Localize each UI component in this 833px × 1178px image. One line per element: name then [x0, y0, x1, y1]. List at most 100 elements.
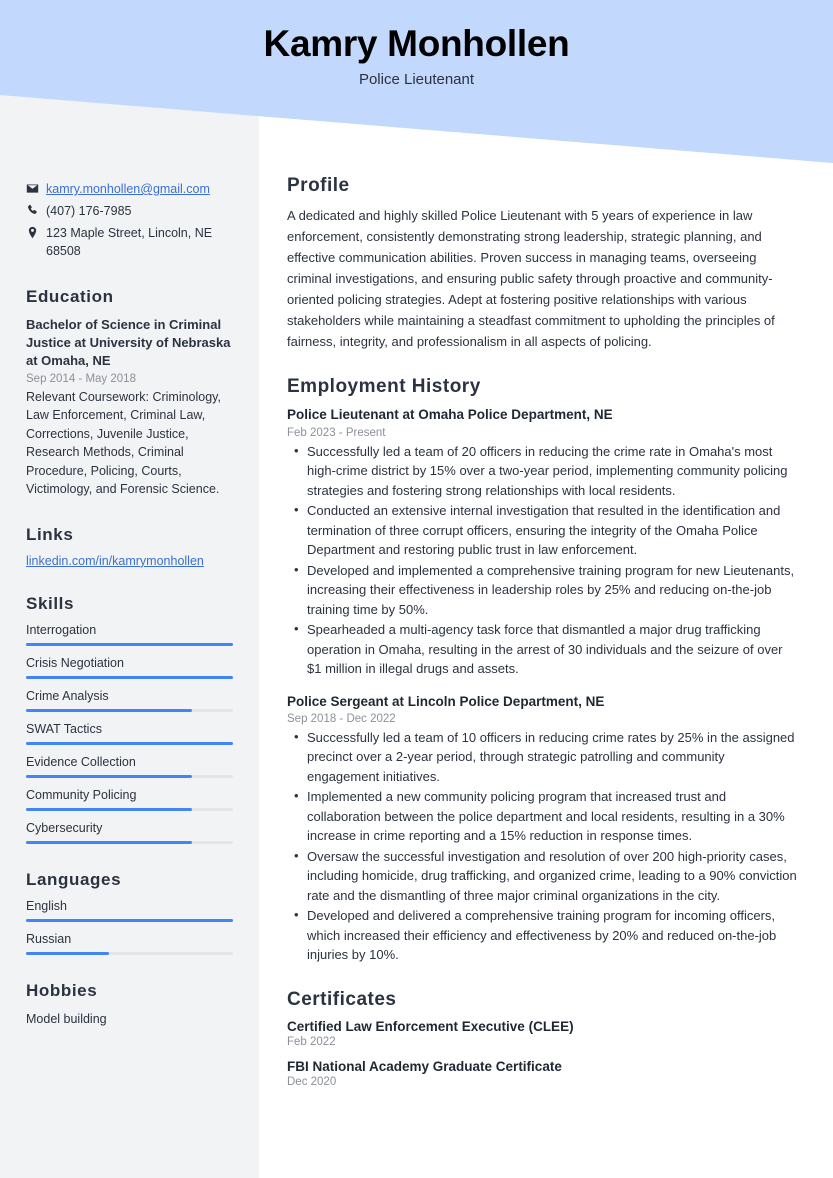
skill-item: Cybersecurity — [26, 821, 233, 844]
skill-item: Interrogation — [26, 623, 233, 646]
envelope-icon — [26, 180, 46, 195]
links-heading: Links — [26, 524, 74, 544]
location-pin-icon — [26, 224, 46, 239]
skill-label: Community Policing — [26, 787, 137, 802]
skill-label: SWAT Tactics — [26, 721, 102, 736]
education-date: Sep 2014 - May 2018 — [26, 372, 136, 385]
skill-bar-fill — [26, 708, 192, 712]
skill-bar-fill — [26, 840, 192, 844]
jobs-list: Police Lieutenant at Omaha Police Depart… — [287, 406, 798, 964]
job-date: Sep 2018 - Dec 2022 — [287, 712, 396, 725]
certificate-entry: FBI National Academy Graduate Certificat… — [287, 1059, 798, 1088]
language-bar-track — [26, 951, 233, 955]
certificates-list: Certified Law Enforcement Executive (CLE… — [287, 1019, 798, 1088]
education-section: Education Bachelor of Science in Crimina… — [26, 287, 233, 499]
job-bullet-list: Successfully led a team of 10 officers i… — [287, 727, 798, 965]
language-bar-track — [26, 918, 233, 922]
main-column: Profile A dedicated and highly skilled P… — [259, 175, 833, 1112]
skill-bar-fill — [26, 675, 233, 679]
profile-heading: Profile — [287, 175, 350, 196]
skill-bar-track — [26, 807, 233, 811]
skill-label: Cybersecurity — [26, 820, 103, 835]
hobbies-heading: Hobbies — [26, 980, 98, 1000]
links-section: Links linkedin.com/in/kamrymonhollen — [26, 525, 233, 568]
certificates-heading: Certificates — [287, 988, 397, 1010]
job-bullet: Successfully led a team of 20 officers i… — [287, 441, 798, 501]
hobbies-list: Model building — [26, 1010, 233, 1029]
languages-section: Languages English Russian — [26, 870, 233, 955]
skill-bar-fill — [26, 642, 233, 646]
certificate-entry: Certified Law Enforcement Executive (CLE… — [287, 1019, 798, 1048]
language-bar-fill — [26, 951, 109, 955]
skills-section: Skills Interrogation Crisis Negotiation Cr… — [26, 594, 233, 844]
languages-list: English Russian — [26, 899, 233, 955]
contact-phone-row: (407) 176-7985 — [26, 202, 233, 220]
skill-bar-track — [26, 774, 233, 778]
skill-label: Interrogation — [26, 622, 97, 637]
job-bullet: Implemented a new community policing pro… — [287, 786, 798, 846]
skill-label: Evidence Collection — [26, 754, 136, 769]
profile-text: A dedicated and highly skilled Police Li… — [287, 208, 775, 350]
skill-label: Crisis Negotiation — [26, 655, 124, 670]
skill-bar-track — [26, 741, 233, 745]
education-entry: Bachelor of Science in Criminal Justice … — [26, 316, 233, 499]
skill-bar-fill — [26, 741, 233, 745]
job-entry: Police Lieutenant at Omaha Police Depart… — [287, 406, 798, 678]
contact-phone-value: (407) 176-7985 — [46, 204, 132, 219]
language-label: Russian — [26, 931, 72, 946]
job-bullet: Developed and delivered a comprehensive … — [287, 905, 798, 965]
education-degree: Bachelor of Science in Criminal Justice … — [26, 316, 231, 369]
contact-address-value: 123 Maple Street, Lincoln, NE 68508 — [46, 226, 213, 259]
profile-section: Profile A dedicated and highly skilled P… — [287, 175, 798, 352]
job-entry: Police Sergeant at Lincoln Police Depart… — [287, 693, 798, 965]
skill-label: Crime Analysis — [26, 688, 109, 703]
job-bullet: Developed and implemented a comprehensiv… — [287, 560, 798, 620]
skill-bar-track — [26, 840, 233, 844]
certificate-date: Feb 2022 — [287, 1035, 336, 1048]
skill-item: Evidence Collection — [26, 755, 233, 778]
page-columns: kamry.monhollen@gmail.com (407) 176-7985… — [0, 0, 833, 1112]
language-bar-fill — [26, 918, 233, 922]
skill-item: Crisis Negotiation — [26, 656, 233, 679]
job-bullet-list: Successfully led a team of 20 officers i… — [287, 441, 798, 679]
contact-address-row: 123 Maple Street, Lincoln, NE 68508 — [26, 224, 233, 260]
skill-item: Community Policing — [26, 788, 233, 811]
sidebar: kamry.monhollen@gmail.com (407) 176-7985… — [0, 175, 259, 1112]
education-heading: Education — [26, 286, 114, 306]
resume-page: Kamry Monhollen Police Lieutenant kamry.… — [0, 0, 833, 1178]
language-label: English — [26, 898, 67, 913]
job-date: Feb 2023 - Present — [287, 426, 386, 439]
contact-email-value[interactable]: kamry.monhollen@gmail.com — [46, 180, 233, 198]
skill-item: SWAT Tactics — [26, 722, 233, 745]
certificate-name: FBI National Academy Graduate Certificat… — [287, 1058, 562, 1074]
language-item: English — [26, 899, 233, 922]
job-bullet: Successfully led a team of 10 officers i… — [287, 727, 798, 787]
languages-heading: Languages — [26, 869, 122, 889]
certificate-name: Certified Law Enforcement Executive (CLE… — [287, 1018, 574, 1034]
skills-heading: Skills — [26, 593, 75, 613]
contact-block: kamry.monhollen@gmail.com (407) 176-7985… — [26, 180, 233, 261]
job-title: Police Lieutenant at Omaha Police Depart… — [287, 407, 613, 423]
certificates-section: Certificates Certified Law Enforcement E… — [287, 989, 798, 1088]
job-title: Police Sergeant at Lincoln Police Depart… — [287, 693, 605, 709]
hobbies-section: Hobbies Model building — [26, 981, 233, 1029]
employment-heading: Employment History — [287, 376, 481, 398]
skill-bar-fill — [26, 807, 192, 811]
job-bullet: Oversaw the successful investigation and… — [287, 846, 798, 906]
skill-bar-track — [26, 675, 233, 679]
job-bullet: Conducted an extensive internal investig… — [287, 500, 798, 560]
contact-email-row[interactable]: kamry.monhollen@gmail.com — [26, 180, 233, 198]
phone-icon — [26, 202, 46, 217]
certificate-date: Dec 2020 — [287, 1075, 337, 1088]
education-description: Relevant Coursework: Criminology, Law En… — [26, 389, 221, 497]
employment-section: Employment History Police Lieutenant at … — [287, 376, 798, 964]
job-bullet: Spearheaded a multi-agency task force th… — [287, 619, 798, 679]
language-item: Russian — [26, 932, 233, 955]
link-item-linkedin[interactable]: linkedin.com/in/kamrymonhollen — [26, 554, 233, 568]
skill-bar-track — [26, 708, 233, 712]
skill-item: Crime Analysis — [26, 689, 233, 712]
skill-bar-fill — [26, 774, 192, 778]
skills-list: Interrogation Crisis Negotiation Crime Ana… — [26, 623, 233, 844]
hobby-item: Model building — [26, 1011, 107, 1026]
skill-bar-track — [26, 642, 233, 646]
